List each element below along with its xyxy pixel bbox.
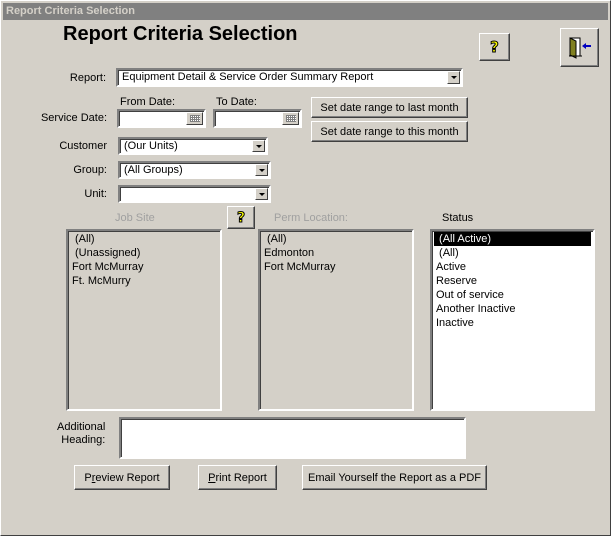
chevron-down-icon (450, 76, 457, 79)
group-label: Group: (73, 164, 107, 176)
status-item[interactable]: Another Inactive (434, 302, 591, 316)
set-this-month-button[interactable]: Set date range to this month (311, 121, 468, 142)
job-site-item[interactable]: (All) (70, 232, 218, 246)
chevron-down-icon (258, 192, 265, 196)
exit-button[interactable] (560, 28, 599, 67)
report-select-value: Equipment Detail & Service Order Summary… (122, 71, 374, 83)
group-select[interactable]: (All Groups) (118, 161, 271, 179)
unit-dropdown-button[interactable] (255, 188, 268, 200)
status-list[interactable]: (All Active) (All) Active Reserve Out of… (430, 229, 595, 411)
perm-location-item[interactable]: Fort McMurray (262, 260, 410, 274)
report-select[interactable]: Equipment Detail & Service Order Summary… (116, 68, 463, 87)
customer-select[interactable]: (Our Units) (118, 137, 268, 155)
print-report-button[interactable]: Print Report (198, 465, 277, 490)
status-item[interactable]: Out of service (434, 288, 591, 302)
group-dropdown-button[interactable] (255, 164, 268, 176)
from-date-label: From Date: (120, 96, 176, 108)
chevron-down-icon (258, 168, 265, 172)
customer-dropdown-button[interactable] (252, 140, 265, 152)
status-label: Status (442, 212, 474, 224)
question-mark-icon: ? (236, 209, 246, 226)
customer-label: Customer (59, 140, 107, 152)
status-item[interactable]: Active (434, 260, 591, 274)
perm-location-label: Perm Location: (274, 212, 348, 224)
unit-select[interactable] (118, 185, 271, 203)
to-date-calendar-button[interactable] (282, 112, 299, 125)
help-button[interactable]: ? (479, 33, 510, 61)
job-site-label: Job Site (115, 212, 155, 224)
perm-location-list[interactable]: (All) Edmonton Fort McMurray (258, 229, 414, 411)
job-site-item[interactable]: Ft. McMurry (70, 274, 218, 288)
job-site-item[interactable]: Fort McMurray (70, 260, 218, 274)
status-item[interactable]: Reserve (434, 274, 591, 288)
from-date-input[interactable] (117, 109, 206, 128)
exit-door-icon (568, 36, 591, 59)
set-last-month-button[interactable]: Set date range to last month (311, 97, 468, 118)
perm-location-item[interactable]: (All) (262, 232, 410, 246)
unit-label: Unit: (84, 188, 107, 200)
chevron-down-icon (255, 144, 262, 148)
perm-location-item[interactable]: Edmonton (262, 246, 410, 260)
report-dropdown-button[interactable] (447, 71, 460, 84)
email-pdf-button[interactable]: Email Yourself the Report as a PDF (302, 465, 487, 490)
to-date-input[interactable] (213, 109, 302, 128)
calendar-icon (285, 115, 296, 122)
additional-heading-input[interactable] (119, 417, 466, 459)
report-criteria-window: Report Criteria Selection Report Criteri… (0, 0, 611, 536)
job-site-item[interactable]: (Unassigned) (70, 246, 218, 260)
question-mark-icon: ? (490, 38, 500, 57)
to-date-label: To Date: (216, 96, 257, 108)
additional-heading-label: Additional Heading: (57, 421, 106, 446)
status-item[interactable]: Inactive (434, 316, 591, 330)
service-date-label: Service Date: (40, 112, 107, 124)
status-item-selected[interactable]: (All Active) (434, 232, 591, 246)
status-item[interactable]: (All) (434, 246, 591, 260)
list-help-button[interactable]: ? (227, 206, 255, 229)
window-title-bar: Report Criteria Selection (3, 3, 608, 20)
job-site-list[interactable]: (All) (Unassigned) Fort McMurray Ft. McM… (66, 229, 222, 411)
calendar-icon (189, 115, 200, 122)
from-date-calendar-button[interactable] (186, 112, 203, 125)
preview-report-button[interactable]: Pr eview Report (74, 465, 170, 490)
report-label: Report: (69, 72, 106, 84)
page-title: Report Criteria Selection (63, 23, 298, 45)
